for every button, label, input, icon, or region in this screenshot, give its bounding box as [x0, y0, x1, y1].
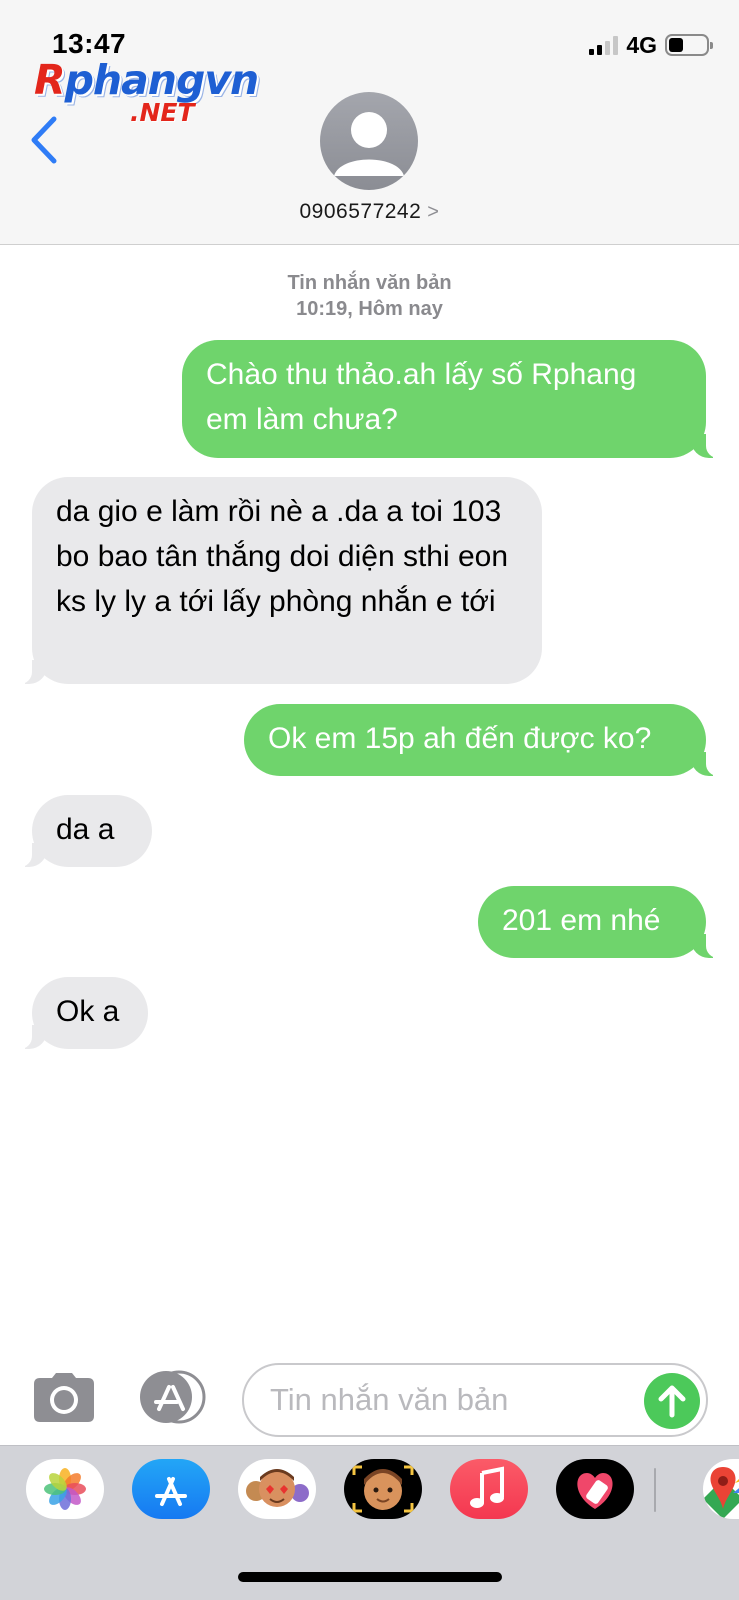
- app-store-icon: [140, 1370, 206, 1424]
- message-bubble-incoming[interactable]: da a: [17, 795, 152, 867]
- message-text: Ok a: [56, 995, 120, 1028]
- memoji-icon: [352, 1465, 414, 1513]
- timestamp-label: Tin nhắn văn bản: [287, 272, 452, 294]
- message-bubble-outgoing[interactable]: Ok em 15p ah đến được ko?: [244, 704, 721, 776]
- message-timestamp: Tin nhắn văn bản 10:19, Hôm nay: [0, 270, 739, 322]
- message-text: 201 em nhé: [502, 904, 661, 937]
- chevron-left-icon: [31, 116, 57, 164]
- message-input-placeholder: Tin nhắn văn bản: [270, 1382, 509, 1417]
- message-bubble-incoming[interactable]: da gio e làm rồi nè a .da a toi 103 bo b…: [17, 477, 542, 684]
- send-button[interactable]: [644, 1373, 700, 1429]
- maps-app-button[interactable]: [703, 1459, 739, 1519]
- watermark-logo: Rphangvn .NET: [34, 56, 259, 127]
- camera-button[interactable]: [32, 1372, 96, 1424]
- person-icon: [334, 112, 404, 176]
- memoji-stickers-icon: [246, 1469, 309, 1507]
- message-text: Ok em 15p ah đến được ko?: [268, 722, 652, 755]
- battery-icon: [665, 34, 713, 56]
- message-bubble-outgoing[interactable]: Chào thu thảo.ah lấy số Rphang em làm ch…: [182, 340, 721, 458]
- drawer-divider: [654, 1468, 656, 1512]
- contact-number: 0906577242: [299, 200, 422, 223]
- home-indicator[interactable]: [238, 1572, 502, 1582]
- photos-app-button[interactable]: [26, 1459, 104, 1519]
- cellular-signal-icon: [589, 35, 619, 55]
- timestamp-time: 10:19, Hôm nay: [296, 298, 443, 320]
- app-store-button[interactable]: [136, 1370, 210, 1424]
- conversation-header: 13:47 4G Rphangvn .NET 0906577242 >: [0, 0, 739, 245]
- message-text: Chào thu thảo.ah lấy số Rphang em làm ch…: [206, 358, 637, 436]
- app-store-icon: [155, 1477, 187, 1506]
- message-bubble-outgoing[interactable]: 201 em nhé: [478, 886, 721, 958]
- contact-name-row[interactable]: 0906577242 >: [0, 200, 739, 224]
- memoji-stickers-button[interactable]: [238, 1459, 316, 1519]
- heart-app-button[interactable]: [556, 1459, 634, 1519]
- status-indicators: 4G: [589, 31, 713, 58]
- message-bubble-incoming[interactable]: Ok a: [17, 977, 148, 1049]
- message-text: da a: [56, 813, 115, 846]
- network-type: 4G: [626, 31, 657, 58]
- back-button[interactable]: [24, 113, 68, 167]
- memoji-button[interactable]: [344, 1459, 422, 1519]
- contact-avatar[interactable]: [320, 92, 418, 190]
- app-store-app-button[interactable]: [132, 1459, 210, 1519]
- photos-icon: [44, 1468, 86, 1510]
- music-icon: [470, 1466, 504, 1508]
- heart-app-icon: [577, 1473, 613, 1509]
- arrow-up-icon: [658, 1385, 686, 1418]
- chevron-right-icon: >: [427, 201, 440, 223]
- message-text: da gio e làm rồi nè a .da a toi 103 bo b…: [56, 495, 509, 618]
- music-app-button[interactable]: [450, 1459, 528, 1519]
- camera-icon: [34, 1373, 94, 1422]
- message-input[interactable]: Tin nhắn văn bản: [242, 1363, 708, 1437]
- maps-icon: [703, 1467, 739, 1519]
